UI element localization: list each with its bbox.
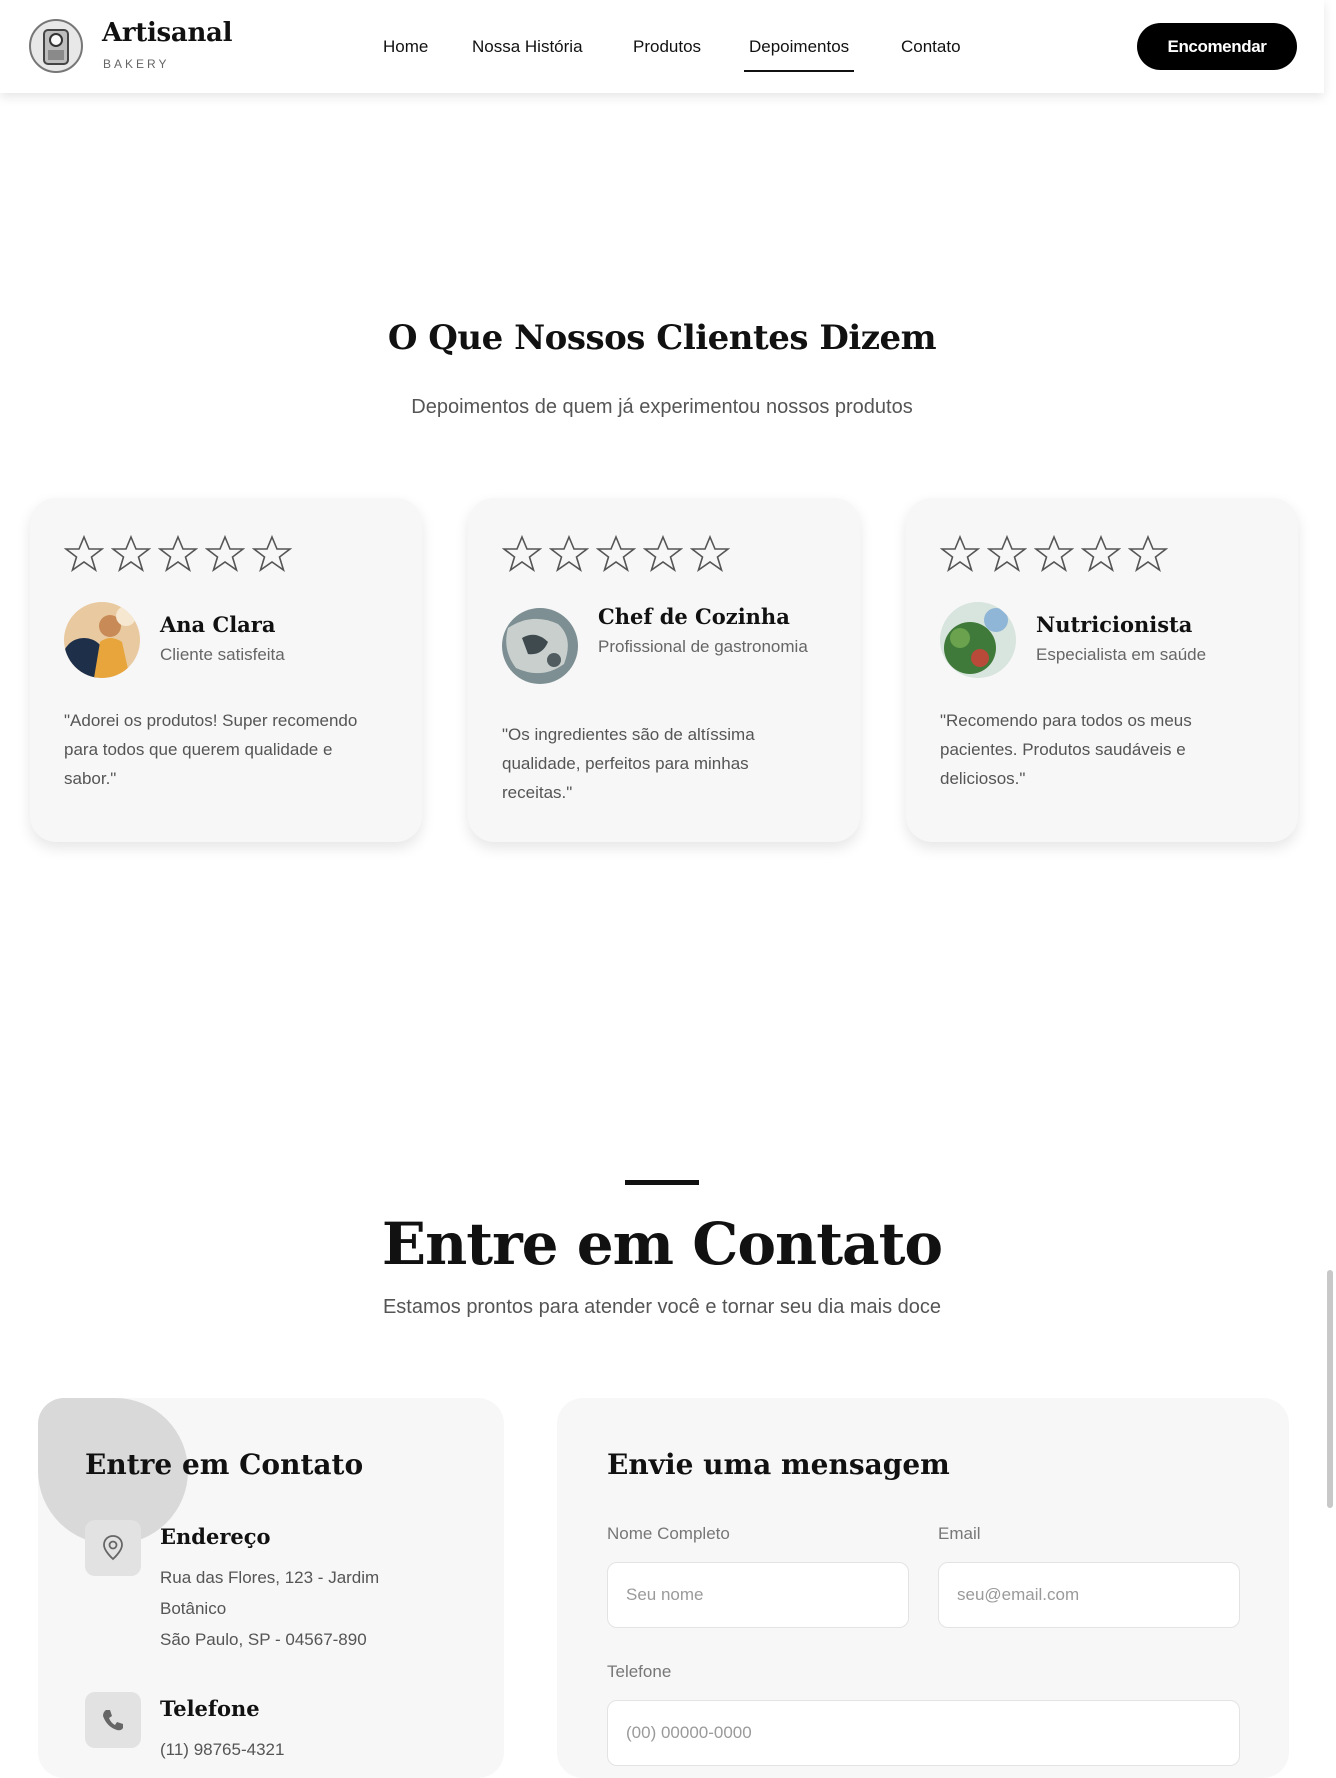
site-header: Artisanal BAKERY Home Nossa História Pro… — [0, 0, 1324, 93]
phone-icon — [85, 1692, 141, 1748]
phone-field-label: Telefone — [607, 1662, 672, 1681]
email-field[interactable] — [938, 1562, 1240, 1628]
star-icon — [158, 534, 198, 572]
form-title: Envie uma mensagem — [607, 1448, 950, 1481]
phone-number: (11) 98765-4321 — [160, 1740, 285, 1759]
avatar — [502, 608, 578, 684]
testimonial-quote: "Adorei os produtos! Super recomendo par… — [64, 711, 358, 788]
testimonial-quote: "Recomendo para todos os meus pacientes.… — [940, 711, 1192, 788]
main-nav: Home Nossa História Produtos Depoimentos… — [0, 0, 1324, 93]
address-label: Endereço — [160, 1524, 271, 1549]
name-field-label: Nome Completo — [607, 1524, 730, 1543]
nav-home[interactable]: Home — [383, 37, 428, 57]
star-icon — [1034, 534, 1074, 572]
rating-stars — [940, 534, 1168, 574]
star-icon — [596, 534, 636, 572]
star-icon — [205, 534, 245, 572]
star-icon — [252, 534, 292, 572]
nav-depoimentos[interactable]: Depoimentos — [743, 37, 855, 72]
avatar — [64, 602, 140, 678]
star-icon — [1128, 534, 1168, 572]
section-divider — [625, 1180, 699, 1185]
testimonial-card: Nutricionista Especialista em saúde "Rec… — [906, 498, 1298, 842]
testimonial-role: Especialista em saúde — [1036, 645, 1207, 664]
star-icon — [987, 534, 1027, 572]
testimonial-name: Nutricionista — [1036, 612, 1193, 637]
nav-contato[interactable]: Contato — [901, 37, 961, 57]
star-icon — [502, 534, 542, 572]
testimonials-title: O Que Nossos Clientes Dizem — [387, 318, 937, 358]
star-icon — [1081, 534, 1121, 572]
phone-field[interactable] — [607, 1700, 1240, 1766]
testimonial-quote: "Os ingredientes são de altíssima qualid… — [502, 725, 755, 802]
page-scrollbar[interactable] — [1327, 1270, 1333, 1508]
contact-form-card: Envie uma mensagem Nome Completo Email T… — [557, 1398, 1289, 1778]
testimonial-role: Cliente satisfeita — [160, 645, 285, 664]
contact-info-card: Entre em Contato Endereço Rua das Flores… — [38, 1398, 504, 1778]
star-icon — [643, 534, 683, 572]
testimonial-card: Ana Clara Cliente satisfeita "Adorei os … — [30, 498, 422, 842]
star-icon — [940, 534, 980, 572]
star-icon — [111, 534, 151, 572]
avatar — [940, 602, 1016, 678]
testimonial-name: Chef de Cozinha — [598, 604, 790, 629]
star-icon — [549, 534, 589, 572]
testimonial-name: Ana Clara — [160, 612, 276, 637]
nav-produtos[interactable]: Produtos — [633, 37, 701, 57]
star-icon — [690, 534, 730, 572]
contact-subtitle: Estamos prontos para atender você e torn… — [382, 1296, 942, 1318]
star-icon — [64, 534, 104, 572]
contact-info-title: Entre em Contato — [85, 1448, 364, 1481]
email-field-label: Email — [938, 1524, 981, 1543]
encomendar-button[interactable]: Encomendar — [1137, 23, 1297, 70]
rating-stars — [502, 534, 730, 574]
testimonial-card: Chef de Cozinha Profissional de gastrono… — [468, 498, 860, 842]
location-pin-icon — [85, 1520, 141, 1576]
rating-stars — [64, 534, 292, 574]
address-city: São Paulo, SP - 04567-890 — [160, 1630, 367, 1649]
testimonials-subtitle: Depoimentos de quem já experimentou noss… — [411, 396, 913, 418]
testimonial-role: Profissional de gastronomia — [598, 637, 808, 656]
nav-nossa-historia[interactable]: Nossa História — [472, 37, 583, 57]
contact-title: Entre em Contato — [381, 1210, 943, 1278]
address-line: Rua das Flores, 123 - Jardim Botânico — [160, 1568, 380, 1618]
name-field[interactable] — [607, 1562, 909, 1628]
phone-label: Telefone — [160, 1696, 260, 1721]
